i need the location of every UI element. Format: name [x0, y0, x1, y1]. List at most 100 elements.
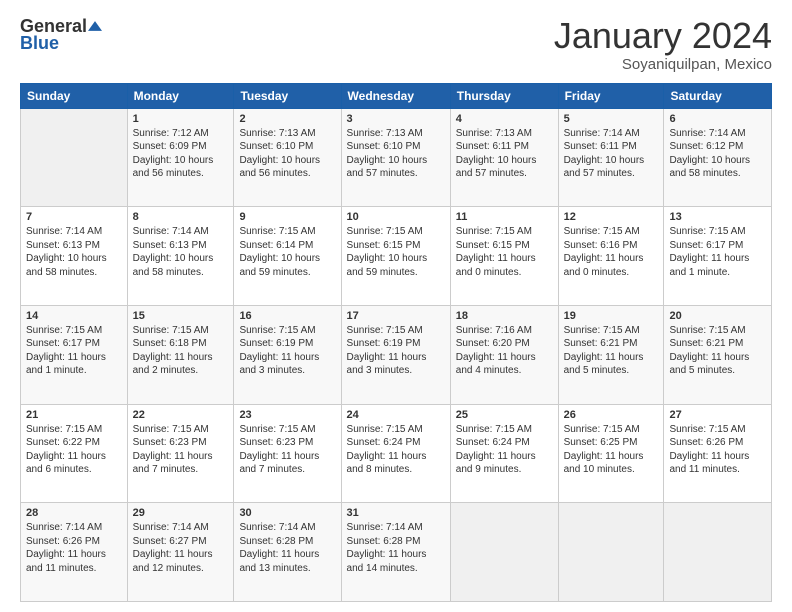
sunrise: Sunrise: 7:15 AM [26, 325, 102, 336]
daylight: Daylight: 11 hours and 5 minutes. [669, 352, 749, 377]
day-info: Sunrise: 7:14 AMSunset: 6:11 PMDaylight:… [564, 127, 659, 181]
header: General Blue January 2024 Soyaniquilpan,… [20, 16, 772, 73]
sunset: Sunset: 6:28 PM [347, 536, 421, 547]
sunset: Sunset: 6:19 PM [239, 338, 313, 349]
day-number: 2 [239, 113, 335, 125]
day-cell: 17Sunrise: 7:15 AMSunset: 6:19 PMDayligh… [341, 305, 450, 404]
day-cell: 16Sunrise: 7:15 AMSunset: 6:19 PMDayligh… [234, 305, 341, 404]
sunrise: Sunrise: 7:15 AM [239, 325, 315, 336]
sunrise: Sunrise: 7:14 AM [133, 522, 209, 533]
day-info: Sunrise: 7:15 AMSunset: 6:18 PMDaylight:… [133, 324, 229, 378]
month-title: January 2024 [554, 16, 772, 56]
day-cell: 25 Sunrise: 7:15 AMSunset: 6:24 PMDayligh… [450, 404, 558, 503]
sunrise: Sunrise: 7:15 AM [456, 226, 532, 237]
day-info: Sunrise: 7:15 AM Sunset: 6:25 PM Daylight:… [564, 423, 659, 477]
day-number: 16 [239, 310, 335, 322]
sunrise: Sunrise: 7:15 AM [564, 424, 640, 435]
day-info: Sunrise: 7:13 AMSunset: 6:10 PMDaylight:… [239, 127, 335, 181]
day-info: Sunrise: 7:15 AMSunset: 6:24 PMDaylight:… [456, 423, 553, 477]
sunset: Sunset: 6:13 PM [133, 240, 207, 251]
day-info: Sunrise: 7:15 AMSunset: 6:23 PMDaylight:… [239, 423, 335, 477]
week-row-2: 7Sunrise: 7:14 AMSunset: 6:13 PMDaylight… [21, 207, 772, 306]
day-info: Sunrise: 7:14 AMSunset: 6:13 PMDaylight:… [26, 225, 122, 279]
week-row-4: 21Sunrise: 7:15 AMSunset: 6:22 PMDayligh… [21, 404, 772, 503]
sunset: Sunset: 6:11 PM [564, 141, 637, 152]
day-cell: 19Sunrise: 7:15 AMSunset: 6:21 PMDayligh… [558, 305, 664, 404]
daylight: Daylight: 11 hours and 11 minutes. [669, 451, 749, 476]
day-cell: 6Sunrise: 7:14 AMSunset: 6:12 PMDaylight… [664, 108, 772, 207]
sunset: Sunset: 6:13 PM [26, 240, 100, 251]
day-info: Sunrise: 7:15 AMSunset: 6:19 PMDaylight:… [347, 324, 445, 378]
col-header-wednesday: Wednesday [341, 83, 450, 108]
sunset: Sunset: 6:21 PM [669, 338, 743, 349]
col-header-tuesday: Tuesday [234, 83, 341, 108]
sunrise: Sunrise: 7:15 AM [564, 226, 640, 237]
calendar: SundayMondayTuesdayWednesdayThursdayFrid… [20, 83, 772, 602]
sunrise: Sunrise: 7:14 AM [669, 128, 745, 139]
col-header-sunday: Sunday [21, 83, 128, 108]
sunset: Sunset: 6:09 PM [133, 141, 207, 152]
daylight: Daylight: 11 hours and 6 minutes. [26, 451, 106, 476]
day-info: Sunrise: 7:15 AMSunset: 6:26 PMDaylight:… [669, 423, 766, 477]
day-cell: 2 Sunrise: 7:13 AMSunset: 6:10 PMDaylight… [234, 108, 341, 207]
sunrise: Sunrise: 7:13 AM [456, 128, 532, 139]
day-number: 5 [564, 113, 659, 125]
day-cell: 4Sunrise: 7:13 AMSunset: 6:11 PMDaylight… [450, 108, 558, 207]
daylight: Daylight: 11 hours and 8 minutes. [347, 451, 427, 476]
sunset: Sunset: 6:19 PM [347, 338, 421, 349]
sunset: Sunset: 6:26 PM [669, 437, 743, 448]
week-row-5: 28 Sunrise: 7:14 AMSunset: 6:26 PMDayligh… [21, 503, 772, 602]
day-number: 20 [669, 310, 766, 322]
day-cell: 14Sunrise: 7:15 AMSunset: 6:17 PMDayligh… [21, 305, 128, 404]
sunset: Sunset: 6:10 PM [347, 141, 421, 152]
daylight: Daylight: 11 hours and 7 minutes. [239, 451, 319, 476]
week-row-3: 14 Sunrise: 7:15 AM Sunset: 6:17 PM Dayligh… [21, 305, 772, 404]
sunrise: Sunrise: 7:14 AM [239, 522, 315, 533]
daylight: Daylight: 11 hours and 10 minutes. [564, 451, 644, 476]
daylight: Daylight: 10 hours and 59 minutes. [239, 253, 320, 278]
day-cell: 3Sunrise: 7:13 AMSunset: 6:10 PMDaylight… [341, 108, 450, 207]
daylight: Daylight: 10 hours and 56 minutes. [239, 155, 320, 180]
sunset: Sunset: 6:15 PM [347, 240, 421, 251]
day-cell: 5 Sunrise: 7:14 AMSunset: 6:11 PMDaylight… [558, 108, 664, 207]
day-cell [21, 108, 128, 207]
col-header-friday: Friday [558, 83, 664, 108]
day-number: 10 [347, 211, 445, 223]
day-number: 14 [26, 310, 122, 322]
day-info: Sunrise: 7:14 AMSunset: 6:26 PMDaylight:… [26, 521, 122, 575]
day-cell: 7 Sunrise: 7:14 AMSunset: 6:13 PMDaylight… [21, 207, 128, 306]
logo: General Blue [20, 16, 102, 54]
day-cell: 23 Sunrise: 7:15 AMSunset: 6:23 PMDayligh… [234, 404, 341, 503]
daylight: Daylight: 10 hours and 59 minutes. [347, 253, 428, 278]
sunrise: Sunrise: 7:14 AM [133, 226, 209, 237]
day-number: 7 [26, 211, 122, 223]
sunset: Sunset: 6:10 PM [239, 141, 313, 152]
day-info: Sunrise: 7:15 AMSunset: 6:24 PMDaylight:… [347, 423, 445, 477]
day-number: 30 [239, 507, 335, 519]
day-info: Sunrise: 7:15 AMSunset: 6:17 PMDaylight:… [26, 324, 122, 378]
sunset: Sunset: 6:11 PM [456, 141, 529, 152]
day-info: Sunrise: 7:15 AMSunset: 6:14 PMDaylight:… [239, 225, 335, 279]
sunrise: Sunrise: 7:13 AM [347, 128, 423, 139]
day-number: 17 [347, 310, 445, 322]
daylight: Daylight: 11 hours and 14 minutes. [347, 549, 427, 574]
daylight: Daylight: 11 hours and 12 minutes. [133, 549, 213, 574]
sunrise: Sunrise: 7:15 AM [133, 325, 209, 336]
day-number: 19 [564, 310, 659, 322]
day-number: 25 [456, 409, 553, 421]
day-number: 23 [239, 409, 335, 421]
day-info: Sunrise: 7:15 AMSunset: 6:17 PMDaylight:… [669, 225, 766, 279]
sunset: Sunset: 6:24 PM [347, 437, 421, 448]
sunset: Sunset: 6:25 PM [564, 437, 638, 448]
sunset: Sunset: 6:17 PM [26, 338, 100, 349]
sunrise: Sunrise: 7:15 AM [133, 424, 209, 435]
daylight: Daylight: 11 hours and 0 minutes. [564, 253, 644, 278]
day-number: 13 [669, 211, 766, 223]
day-number: 28 [26, 507, 122, 519]
day-info: Sunrise: 7:15 AMSunset: 6:23 PMDaylight:… [133, 423, 229, 477]
day-cell: 30Sunrise: 7:14 AMSunset: 6:28 PMDayligh… [234, 503, 341, 602]
sunrise: Sunrise: 7:15 AM [347, 325, 423, 336]
day-number: 21 [26, 409, 122, 421]
sunrise: Sunrise: 7:15 AM [669, 226, 745, 237]
day-cell [450, 503, 558, 602]
